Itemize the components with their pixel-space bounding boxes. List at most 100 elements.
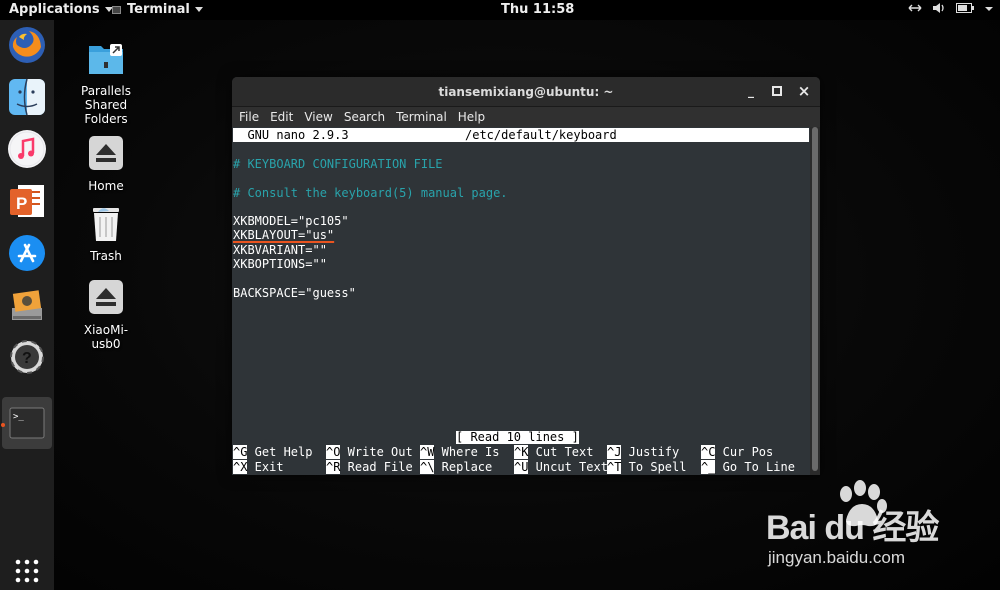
- shortcut-key: ^U: [514, 460, 529, 474]
- eject-drive-icon: [86, 135, 126, 175]
- applications-menu[interactable]: Applications: [9, 2, 113, 17]
- shortcut-label: Where Is: [434, 445, 500, 459]
- desktop-icon-label: Trash: [90, 249, 122, 263]
- shortcut-label: Cut Text: [528, 445, 594, 459]
- menu-terminal[interactable]: Terminal: [391, 107, 453, 127]
- nano-version: GNU nano 2.9.3: [233, 128, 349, 142]
- file-line-highlighted: XKBLAYOUT="us": [233, 228, 335, 242]
- shortcut-cur-pos[interactable]: ^C Cur Pos: [701, 445, 773, 459]
- shortcut-replace[interactable]: ^\ Replace: [420, 460, 492, 474]
- itunes-icon[interactable]: [5, 127, 49, 171]
- shortcut-label: Cur Pos: [715, 445, 774, 459]
- applications-label: Applications: [9, 2, 100, 17]
- close-button[interactable]: ×: [796, 83, 812, 99]
- window-titlebar[interactable]: tiansemixiang@ubuntu: ~ _ ×: [232, 77, 820, 107]
- help-icon[interactable]: ?: [5, 335, 49, 379]
- menu-file[interactable]: File: [234, 107, 265, 127]
- system-tray[interactable]: [908, 2, 994, 18]
- maximize-button[interactable]: [769, 83, 785, 99]
- shortcut-key: ^C: [701, 445, 716, 459]
- file-line: XKBOPTIONS="": [233, 257, 327, 271]
- shortcut-key: ^X: [233, 460, 248, 474]
- svg-text:P: P: [16, 194, 27, 213]
- desktop-icon-xiaomi-usb[interactable]: XiaoMi-usb0: [66, 279, 146, 351]
- terminal-scrollbar[interactable]: [810, 127, 820, 475]
- shared-folder-icon: [86, 40, 126, 80]
- window-title: tiansemixiang@ubuntu: ~: [438, 85, 614, 99]
- shortcut-key: ^\: [420, 460, 435, 474]
- shortcut-get-help[interactable]: ^G Get Help: [233, 445, 312, 459]
- nano-header-bar: GNU nano 2.9.3/etc/default/keyboard: [233, 128, 809, 142]
- app-store-icon[interactable]: [5, 231, 49, 275]
- file-line: # KEYBOARD CONFIGURATION FILE: [233, 157, 443, 171]
- terminal-icon[interactable]: >_: [5, 401, 49, 445]
- terminal-app-menu[interactable]: Terminal: [112, 2, 203, 17]
- desktop-icon-shared-folders[interactable]: Parallels Shared Folders: [66, 40, 146, 126]
- shortcut-go-to-line[interactable]: ^_ Go To Line: [701, 460, 795, 474]
- shortcut-key: ^R: [326, 460, 341, 474]
- shortcut-key: ^W: [420, 445, 435, 459]
- shortcut-label: Replace: [434, 460, 493, 474]
- scrollbar-thumb[interactable]: [812, 127, 818, 471]
- maximize-icon: [772, 86, 782, 96]
- desktop-icon-trash[interactable]: Trash: [66, 205, 146, 263]
- wps-presentation-icon[interactable]: P: [5, 179, 49, 223]
- baidu-url-text: jingyan.baidu.com: [768, 548, 906, 567]
- svg-text:?: ?: [22, 350, 32, 367]
- shortcut-label: Write Out: [340, 445, 413, 459]
- terminal-icon: [112, 5, 121, 14]
- shortcut-label: Justify: [621, 445, 680, 459]
- file-line: XKBVARIANT="": [233, 243, 327, 257]
- top-panel: Applications Terminal Thu 11:58: [0, 0, 1000, 20]
- power-menu-icon: [984, 3, 994, 17]
- file-line: XKBMODEL="pc105": [233, 214, 349, 228]
- shortcut-key: ^T: [607, 460, 622, 474]
- chevron-down-icon: [194, 7, 203, 12]
- shortcut-label: Get Help: [247, 445, 313, 459]
- shortcut-exit[interactable]: ^X Exit: [233, 460, 284, 474]
- volume-icon: [932, 2, 946, 18]
- menu-bar: File Edit View Search Terminal Help: [232, 107, 820, 127]
- shortcut-write-out[interactable]: ^O Write Out: [326, 445, 413, 459]
- baidu-jingyan-watermark: Bai du 经验 jingyan.baidu.com: [766, 480, 996, 580]
- shortcut-cut-text[interactable]: ^K Cut Text: [514, 445, 593, 459]
- finder-icon[interactable]: [5, 75, 49, 119]
- terminal-content[interactable]: GNU nano 2.9.3/etc/default/keyboard # KE…: [232, 127, 810, 475]
- desktop-icon-home[interactable]: Home: [66, 135, 146, 193]
- app-grid-icon[interactable]: [5, 549, 49, 590]
- battery-icon: [956, 3, 974, 17]
- shortcut-justify[interactable]: ^J Justify: [607, 445, 679, 459]
- shortcut-to-spell[interactable]: ^T To Spell: [607, 460, 686, 474]
- baidu-brand-text: Bai du 经验: [766, 509, 939, 547]
- file-manager-icon[interactable]: [5, 283, 49, 327]
- shortcut-uncut-text[interactable]: ^U Uncut Text: [514, 460, 608, 474]
- shortcut-where-is[interactable]: ^W Where Is: [420, 445, 499, 459]
- desktop-icon-label: XiaoMi-usb0: [83, 323, 129, 351]
- shortcut-key: ^K: [514, 445, 529, 459]
- shortcut-key: ^G: [233, 445, 248, 459]
- shortcut-key: ^_: [701, 460, 716, 474]
- shortcut-label: Exit: [247, 460, 284, 474]
- clock[interactable]: Thu 11:58: [501, 2, 574, 17]
- shortcut-label: Go To Line: [715, 460, 795, 474]
- menu-view[interactable]: View: [299, 107, 338, 127]
- desktop-icon-label: Parallels Shared Folders: [81, 84, 131, 126]
- menu-search[interactable]: Search: [339, 107, 391, 127]
- nano-status-message: [ Read 10 lines ]: [456, 430, 579, 444]
- svg-text:>_: >_: [13, 412, 24, 422]
- terminal-app-label: Terminal: [127, 2, 190, 17]
- desktop-icon-label: Home: [88, 179, 124, 193]
- firefox-icon[interactable]: [5, 23, 49, 67]
- menu-help[interactable]: Help: [453, 107, 491, 127]
- menu-edit[interactable]: Edit: [265, 107, 299, 127]
- shortcut-read-file[interactable]: ^R Read File: [326, 460, 413, 474]
- dock: P ? >_: [0, 20, 54, 590]
- nano-filename: /etc/default/keyboard: [465, 128, 617, 142]
- terminal-window: tiansemixiang@ubuntu: ~ _ × File Edit Vi…: [232, 77, 820, 475]
- shortcut-label: To Spell: [621, 460, 687, 474]
- eject-drive-icon: [86, 279, 126, 319]
- file-line: BACKSPACE="guess": [233, 286, 356, 300]
- minimize-button[interactable]: _: [743, 83, 759, 99]
- shortcut-key: ^O: [326, 445, 341, 459]
- shortcut-label: Uncut Text: [528, 460, 608, 474]
